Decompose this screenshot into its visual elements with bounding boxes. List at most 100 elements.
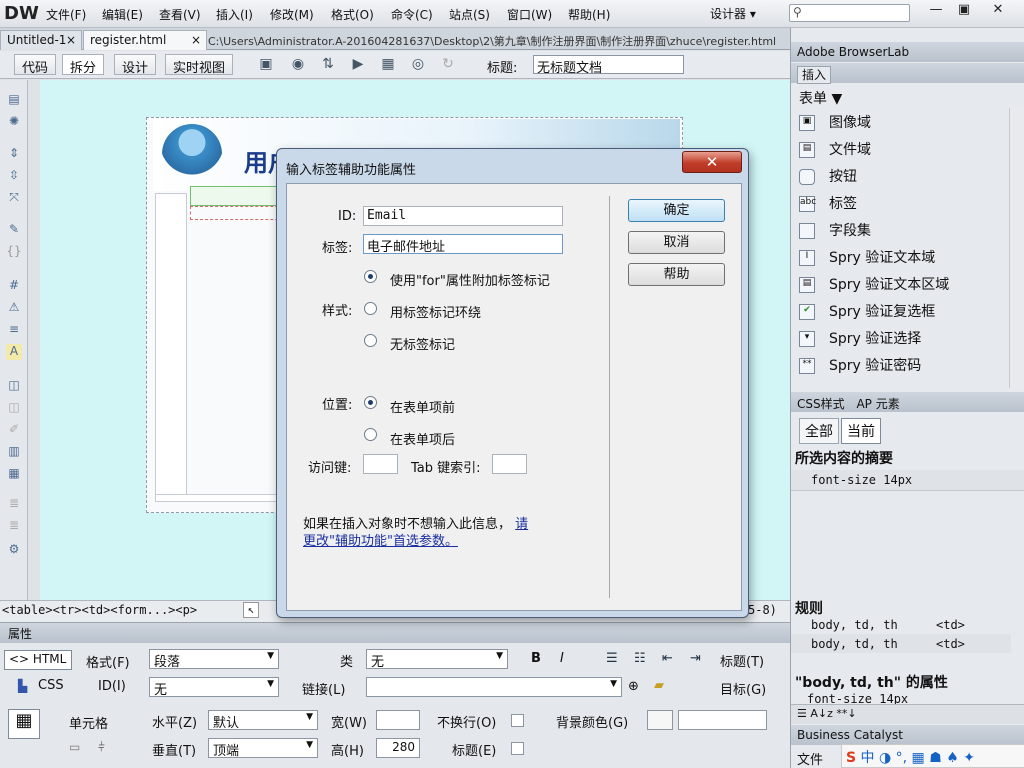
insert-item-spry-password[interactable]: ** Spry 验证密码 [799, 355, 921, 377]
word-wrap-icon[interactable]: ≡ [6, 322, 22, 338]
close-icon[interactable]: × [66, 33, 76, 47]
browserlab-panel-header[interactable]: Adobe BrowserLab [791, 42, 1024, 62]
vert-select[interactable]: 顶端 ▼ [208, 738, 318, 759]
files-tab[interactable]: 文件 [797, 749, 823, 768]
select-parent-icon[interactable]: ⤧ [6, 190, 22, 206]
line-numbers-icon[interactable]: # [6, 278, 22, 294]
preview-browser-icon[interactable]: ◉ [289, 56, 307, 74]
check-browser-icon[interactable]: ◎ [409, 56, 427, 74]
insert-item-fieldset[interactable]: 字段集 [799, 220, 871, 242]
insert-item-image-field[interactable]: ▣ 图像域 [799, 112, 871, 134]
outdent-icon[interactable]: ⇤ [662, 651, 673, 666]
collapse-icon[interactable]: ⇕ [6, 146, 22, 162]
insert-item-spry-text[interactable]: I Spry 验证文本域 [799, 247, 935, 269]
insert-item-spry-textarea[interactable]: ▤ Spry 验证文本区域 [799, 274, 949, 296]
cancel-button[interactable]: 取消 [628, 231, 725, 254]
search-input[interactable]: ⚲ [789, 4, 910, 22]
property-row[interactable]: font-size 14px [807, 692, 908, 704]
rule-row[interactable]: body, td, th [811, 618, 898, 632]
tab-register[interactable]: register.html × [83, 30, 207, 50]
wrap-tag-icon[interactable]: ✐ [6, 422, 22, 438]
recent-snippets-icon[interactable]: ▥ [6, 444, 22, 460]
tab-index-field[interactable] [492, 454, 527, 474]
ok-button[interactable]: 确定 [628, 199, 725, 222]
folder-icon[interactable]: ▰ [654, 678, 664, 693]
tag-selector[interactable]: <table><tr><td><form...><p> [2, 603, 197, 617]
close-window-button[interactable]: ✕ [984, 2, 1012, 20]
table-cell[interactable] [155, 193, 187, 495]
point-to-file-icon[interactable]: ⊕ [628, 679, 639, 694]
open-document-icon[interactable]: ▤ [6, 92, 22, 108]
validate-icon[interactable]: ▶ [349, 56, 367, 74]
position-before-radio[interactable] [364, 396, 377, 409]
bold-button[interactable]: B [531, 651, 541, 666]
insert-category-select[interactable]: 表单 ▼ [799, 88, 842, 108]
preferences-link-continued[interactable]: 更改"辅助功能"首选参数。 [303, 534, 458, 549]
split-view-button[interactable]: 拆分 [62, 54, 105, 76]
alpha-view-icon[interactable]: A↓z [810, 707, 833, 720]
id-select[interactable]: 无 ▼ [149, 677, 279, 698]
position-after-radio[interactable] [364, 428, 377, 441]
remove-comment-icon[interactable]: ◫ [6, 400, 22, 416]
multiscreen-icon[interactable]: ▣ [257, 56, 275, 74]
maximize-button[interactable]: ▣ [950, 2, 978, 20]
css-mode-all-button[interactable]: 全部 [799, 418, 839, 444]
live-view-button[interactable]: 实时视图 [165, 54, 234, 76]
bgcolor-input[interactable] [678, 710, 767, 730]
comment-icon[interactable]: A [6, 344, 22, 360]
outdent-icon[interactable]: ≣ [6, 518, 22, 534]
access-key-field[interactable] [363, 454, 398, 474]
tab-ap-elements[interactable]: AP 元素 [856, 397, 899, 411]
style-for-radio[interactable] [364, 270, 377, 283]
height-input[interactable]: 280 [376, 738, 420, 758]
title-input[interactable]: 无标题文档 [533, 55, 684, 76]
unordered-list-icon[interactable]: ☰ [606, 651, 618, 666]
menu-view[interactable]: 查看(V) [159, 6, 201, 23]
design-view-button[interactable]: 设计 [114, 54, 157, 76]
expand-icon[interactable]: ⇳ [6, 168, 22, 184]
refresh-icon[interactable]: ↻ [439, 56, 457, 74]
preferences-link[interactable]: 请 [515, 517, 528, 532]
width-input[interactable] [376, 710, 420, 730]
menu-help[interactable]: 帮助(H) [568, 6, 610, 23]
menu-insert[interactable]: 插入(I) [216, 6, 253, 23]
insert-item-spry-checkbox[interactable]: ✔ Spry 验证复选框 [799, 301, 935, 323]
menu-commands[interactable]: 命令(C) [391, 6, 433, 23]
indent-icon[interactable]: ⇥ [690, 651, 701, 666]
menu-format[interactable]: 格式(O) [331, 6, 374, 23]
tab-css-styles[interactable]: CSS样式 [797, 397, 845, 411]
minimize-button[interactable]: — [922, 2, 950, 20]
help-button[interactable]: 帮助 [628, 263, 725, 286]
move-css-icon[interactable]: ▦ [6, 466, 22, 482]
set-props-icon[interactable]: **↓ [836, 707, 856, 720]
visual-aids-icon[interactable]: ▦ [379, 56, 397, 74]
tab-untitled[interactable]: Untitled-1 × [0, 30, 82, 50]
bgcolor-swatch[interactable] [647, 710, 673, 730]
menu-edit[interactable]: 编辑(E) [102, 6, 143, 23]
style-wrap-radio[interactable] [364, 302, 377, 315]
menu-file[interactable]: 文件(F) [46, 6, 86, 23]
pointer-tool-icon[interactable]: ↖ [243, 602, 259, 618]
split-cell-icon[interactable]: ⫩ [98, 740, 105, 755]
insert-item-spry-select[interactable]: ▾ Spry 验证选择 [799, 328, 921, 350]
indent-icon[interactable]: ≣ [6, 496, 22, 512]
style-none-radio[interactable] [364, 334, 377, 347]
format-select[interactable]: 段落 ▼ [149, 649, 279, 670]
horz-select[interactable]: 默认 ▼ [208, 710, 318, 731]
ime-toolbar[interactable]: S 中 ◑ °, ▦ ☗ ♠ ✦ [841, 744, 1024, 768]
header-checkbox[interactable] [511, 742, 524, 755]
id-field[interactable]: Email [363, 206, 563, 226]
summary-row[interactable]: font-size 14px [791, 470, 1024, 490]
link-input[interactable]: ▼ [366, 677, 622, 697]
menu-window[interactable]: 窗口(W) [507, 6, 552, 23]
class-select[interactable]: 无 ▼ [366, 649, 508, 670]
format-source-icon[interactable]: ⚙ [6, 542, 22, 558]
ordered-list-icon[interactable]: ☷ [634, 651, 646, 666]
business-catalyst-header[interactable]: Business Catalyst [791, 725, 1024, 745]
insert-item-file-field[interactable]: ▤ 文件域 [799, 139, 871, 161]
highlight-icon[interactable]: ✎ [6, 222, 22, 238]
insert-tab[interactable]: 插入 [797, 66, 832, 84]
nowrap-checkbox[interactable] [511, 714, 524, 727]
menu-site[interactable]: 站点(S) [449, 6, 490, 23]
insert-item-button[interactable]: 按钮 [799, 166, 857, 188]
